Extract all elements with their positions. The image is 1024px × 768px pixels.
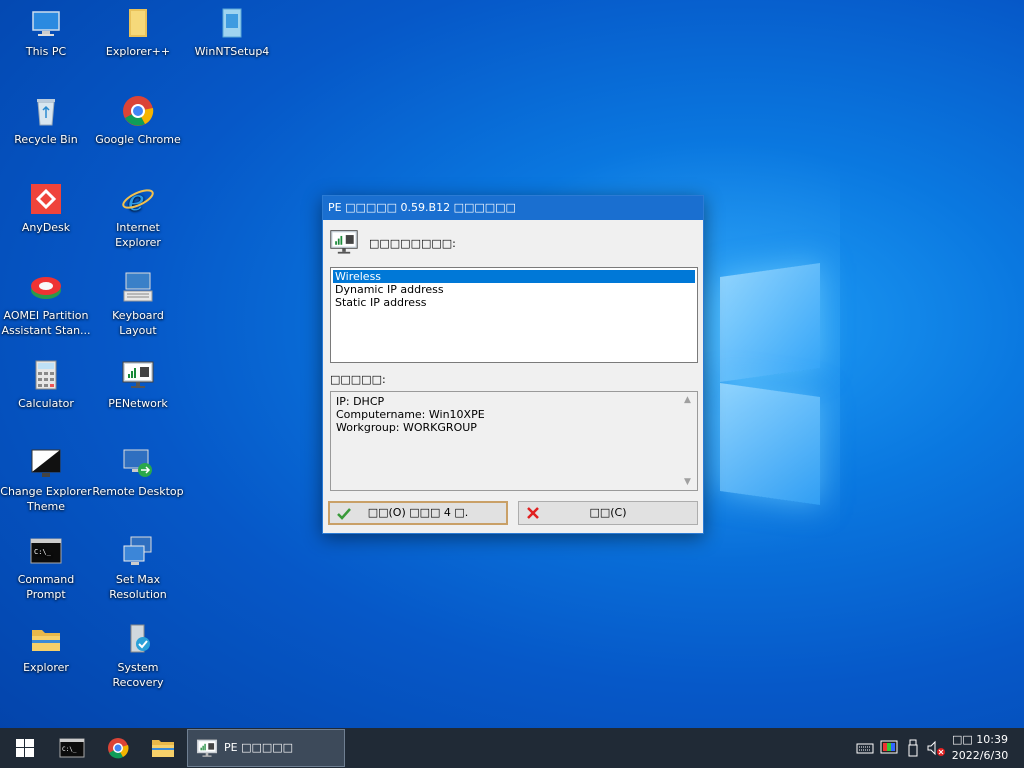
clock-time: □□ 10:39 [952, 733, 1008, 746]
list-item[interactable]: Wireless [333, 270, 695, 283]
system-clock[interactable]: □□ 10:39 2022/6/30 [950, 732, 1010, 764]
scroll-down-icon[interactable]: ▼ [684, 477, 691, 487]
info-line: Computername: Win10XPE [336, 408, 485, 421]
command-prompt-icon: C:\_ [59, 738, 85, 758]
desktop-icon-label: AnyDesk [21, 221, 71, 234]
cancel-button[interactable]: □□(C) [518, 501, 698, 525]
windows-logo-icon [16, 739, 34, 757]
desktop-icon-label: Calculator [18, 397, 74, 410]
desktop-icon-explorerpp[interactable]: Explorer++ [92, 6, 184, 59]
desktop-icon-label: Remote Desktop [92, 485, 184, 498]
clock-date: 2022/6/30 [951, 749, 1009, 762]
resolution-icon [121, 534, 155, 568]
desktop-icon-label: This PC [25, 45, 67, 58]
desktop-icon-winntsetup4[interactable]: WinNTSetup4 [186, 6, 278, 59]
volume-muted-icon[interactable] [926, 739, 946, 757]
command-prompt-icon: C:\_ [29, 534, 63, 568]
taskbar-task-penetwork[interactable]: PE □□□□□ 0.59.B12... [187, 729, 345, 767]
calculator-icon [29, 358, 63, 392]
chrome-icon [108, 738, 129, 759]
desktop-icon-label: Explorer [23, 661, 69, 674]
taskbar-task-label: PE □□□□□ 0.59.B12... [224, 741, 294, 754]
desktop-icon-label: System Recovery [112, 661, 164, 689]
network-icon [121, 358, 155, 392]
anydesk-icon [29, 182, 63, 216]
desktop-icon-label: Command Prompt [17, 573, 75, 601]
theme-icon [29, 446, 63, 480]
info-label: □□□□□: [330, 373, 386, 386]
svg-text:C:\_: C:\_ [62, 746, 77, 753]
taskbar-command-prompt[interactable]: C:\_ [49, 728, 95, 768]
desktop-icon-penetwork[interactable]: PENetwork [92, 358, 184, 411]
start-button[interactable] [2, 728, 48, 768]
winntsetup-icon [215, 6, 249, 40]
network-icon [196, 738, 218, 760]
network-icon [329, 228, 359, 258]
cancel-button-label: □□(C) [589, 506, 627, 519]
remote-desktop-icon [121, 446, 155, 480]
this-pc-icon [29, 6, 63, 40]
chrome-icon [121, 94, 155, 128]
close-icon [525, 505, 541, 521]
keyboard-icon [121, 270, 155, 304]
folder-icon [121, 6, 155, 40]
connection-listbox[interactable]: Wireless Dynamic IP address Static IP ad… [330, 267, 698, 363]
desktop-icon-internet-explorer[interactable]: e Internet Explorer [92, 182, 184, 250]
usb-icon[interactable] [906, 739, 920, 757]
penetwork-dialog: PE □□□□□ 0.59.B12 □□□□□□ □□□□□□□□: Wirel… [322, 195, 704, 534]
desktop-icon-change-explorer-theme[interactable]: Change Explorer Theme [0, 446, 92, 514]
checkmark-icon [336, 506, 352, 522]
desktop-icon-label: Google Chrome [95, 133, 181, 146]
desktop-icon-calculator[interactable]: Calculator [0, 358, 92, 411]
list-item[interactable]: Dynamic IP address [333, 283, 695, 296]
desktop-icon-label: Change Explorer Theme [0, 485, 92, 513]
recycle-bin-icon [29, 94, 63, 128]
scroll-up-icon[interactable]: ▲ [684, 395, 691, 405]
desktop-icon-recycle-bin[interactable]: Recycle Bin [0, 94, 92, 147]
info-textbox[interactable]: IP: DHCP Computername: Win10XPE Workgrou… [330, 391, 698, 491]
taskbar-chrome[interactable] [95, 728, 141, 768]
desktop-icon-label: Explorer++ [105, 45, 171, 58]
display-color-icon[interactable] [880, 739, 898, 757]
info-line: Workgroup: WORKGROUP [336, 421, 477, 434]
info-line: IP: DHCP [336, 395, 385, 408]
aomei-icon [29, 270, 63, 304]
desktop-icon-keyboard-layout[interactable]: Keyboard Layout [92, 270, 184, 338]
desktop-icon-anydesk[interactable]: AnyDesk [0, 182, 92, 235]
desktop-icon-label: Keyboard Layout [112, 309, 164, 337]
ok-button-label: □□(O) □□□ 4 □. [367, 506, 469, 519]
desktop-icon-system-recovery[interactable]: System Recovery [92, 622, 184, 690]
svg-text:e: e [128, 184, 145, 216]
desktop-icon-label: Internet Explorer [115, 221, 161, 249]
desktop-icon-command-prompt[interactable]: C:\_ Command Prompt [0, 534, 92, 602]
folder-icon [29, 622, 63, 656]
desktop-icon-label: Set Max Resolution [109, 573, 167, 601]
ok-button[interactable]: □□(O) □□□ 4 □. [328, 501, 508, 525]
folder-icon [152, 740, 174, 757]
desktop-icon-label: Recycle Bin [14, 133, 78, 146]
system-recovery-icon [121, 622, 155, 656]
desktop-icon-label: WinNTSetup4 [194, 45, 270, 58]
list-item[interactable]: Static IP address [333, 296, 695, 309]
desktop-icon-remote-desktop[interactable]: Remote Desktop [92, 446, 184, 499]
taskbar: C:\_ PE □□□□□ 0.59.B12... □□ 10:39 2022/… [0, 728, 1024, 768]
desktop-icon-label: AOMEI Partition Assistant Stan... [1, 309, 91, 337]
internet-explorer-icon: e [121, 182, 155, 217]
desktop-icon-explorer[interactable]: Explorer [0, 622, 92, 675]
desktop-icon-this-pc[interactable]: This PC [0, 6, 92, 59]
desktop-icon-label: PENetwork [108, 397, 168, 410]
desktop-icon-aomei[interactable]: AOMEI Partition Assistant Stan... [0, 270, 92, 338]
keyboard-icon[interactable] [856, 739, 874, 757]
desktop-icon-set-max-resolution[interactable]: Set Max Resolution [92, 534, 184, 602]
desktop-icon-google-chrome[interactable]: Google Chrome [92, 94, 184, 147]
svg-text:C:\_: C:\_ [34, 548, 52, 556]
dialog-title[interactable]: PE □□□□□ 0.59.B12 □□□□□□ [323, 196, 703, 220]
taskbar-explorer[interactable] [140, 728, 186, 768]
select-label: □□□□□□□□: [369, 237, 456, 250]
info-scrollbar[interactable]: ▲ ▼ [681, 392, 697, 490]
